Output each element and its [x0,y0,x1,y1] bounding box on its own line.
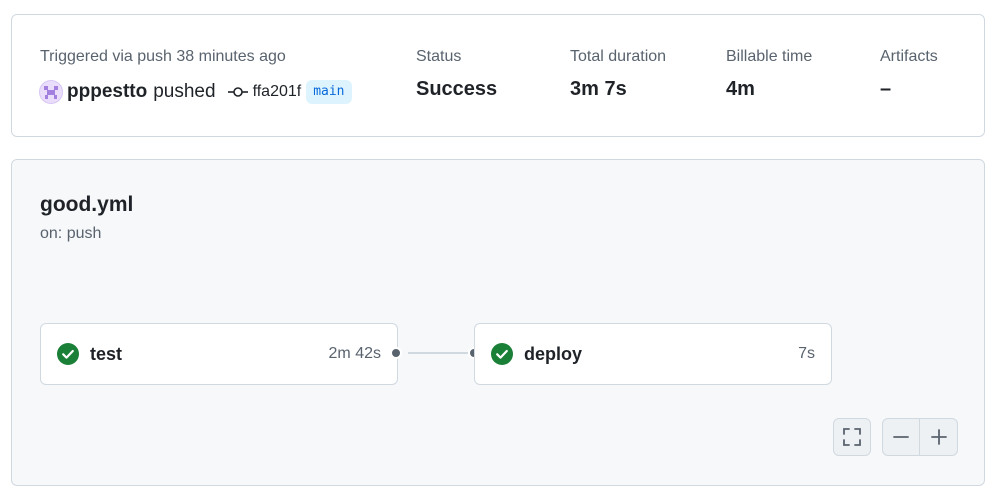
fullscreen-button[interactable] [833,418,871,456]
job-output-dot [390,347,402,359]
push-line: pppestto pushed ffa201f main [39,79,352,105]
actor-link[interactable]: pppestto [67,81,147,103]
check-circle-icon [491,343,513,365]
job-test[interactable]: test 2m 42s [40,323,398,385]
job-name: deploy [524,343,583,364]
job-name: test [90,343,123,364]
billable-time-value: 4m [726,78,755,100]
fullscreen-icon [842,427,862,447]
workflow-trigger: on: push [40,225,102,242]
artifacts-label: Artifacts [880,48,938,65]
plus-icon [930,428,948,446]
check-circle-icon [57,343,79,365]
status-value: Success [416,78,498,100]
minus-icon [892,428,910,446]
commit-sha-link[interactable]: ffa201f [253,83,302,101]
artifacts-stat: Artifacts – [880,48,938,101]
status-stat: Status Success [416,48,497,101]
artifacts-value: – [880,78,892,100]
action-text: pushed [153,81,216,102]
job-duration: 2m 42s [328,345,381,362]
job-duration: 7s [798,345,815,362]
git-commit-icon [227,82,248,102]
workflow-file-name[interactable]: good.yml [40,193,133,217]
trigger-text: Triggered via push 38 minutes ago [40,48,286,65]
total-duration-label: Total duration [570,48,667,65]
zoom-out-button[interactable] [882,418,920,456]
workflow-graph-card: good.yml on: push test 2m 42s deploy 7s [11,159,985,486]
status-label: Status [416,48,462,65]
billable-time-label: Billable time [726,48,813,65]
billable-time-stat: Billable time 4m [726,48,812,101]
zoom-in-button[interactable] [919,418,958,456]
total-duration-stat: Total duration 3m 7s [570,48,666,101]
job-connector [408,352,476,354]
run-summary-card: Triggered via push 38 minutes ago pppest… [11,14,985,137]
job-deploy[interactable]: deploy 7s [474,323,832,385]
avatar[interactable] [39,80,63,104]
branch-badge[interactable]: main [306,80,352,104]
total-duration-value: 3m 7s [570,78,627,100]
